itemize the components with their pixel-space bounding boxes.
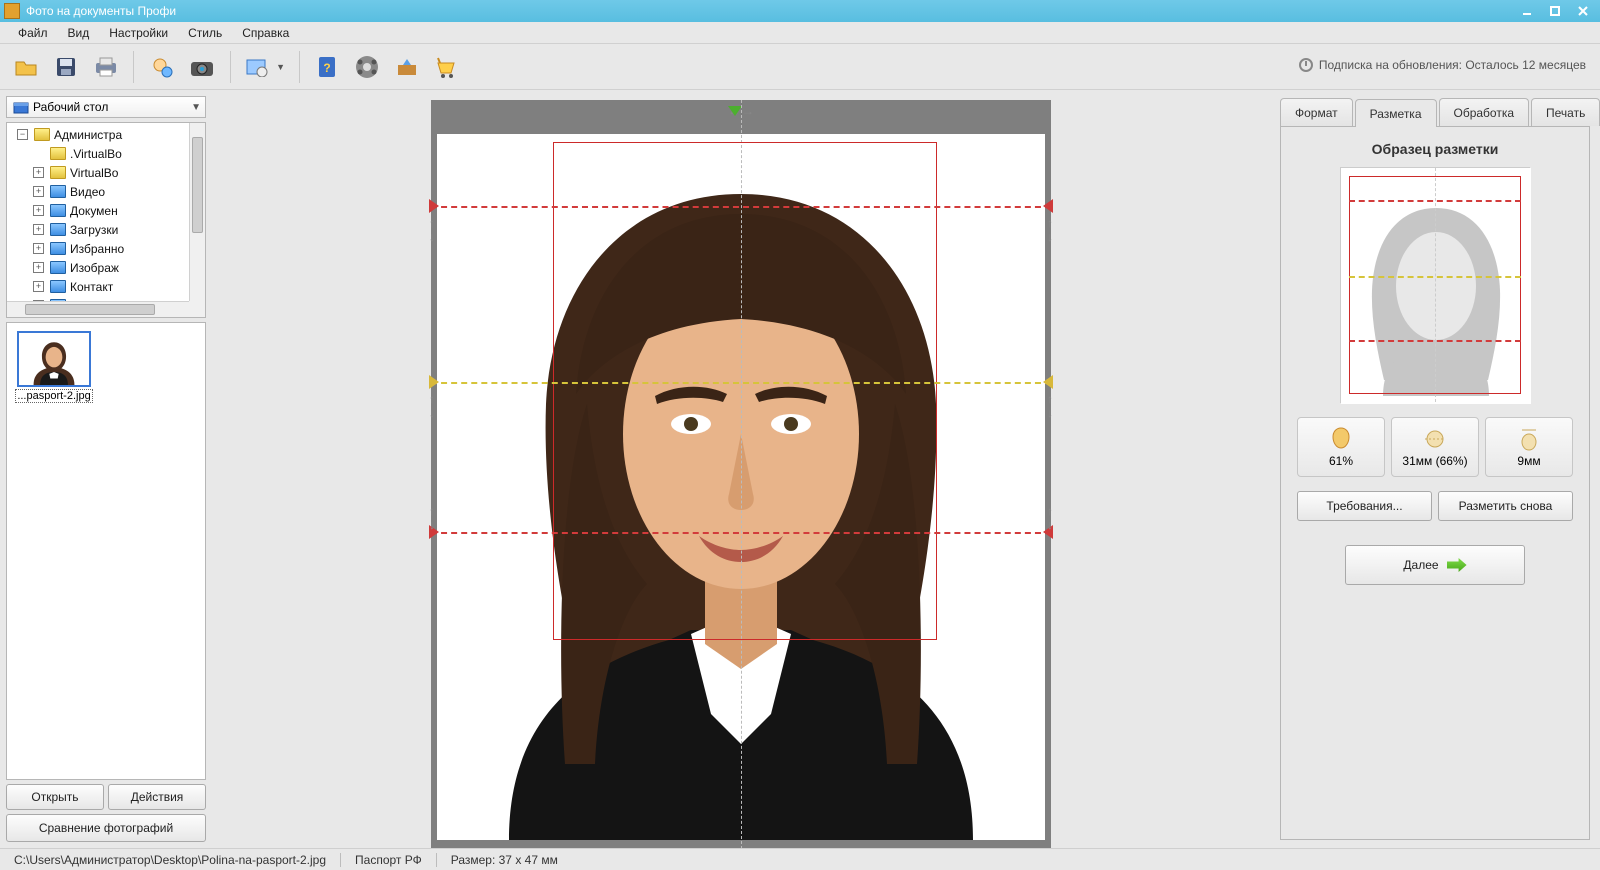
- titlebar: Фото на документы Профи: [0, 0, 1600, 22]
- tree-item[interactable]: +Видео: [9, 182, 203, 201]
- status-preset: Паспорт РФ: [341, 853, 436, 867]
- view-mode-button[interactable]: ▼: [240, 49, 290, 85]
- subscription-status: Подписка на обновления: Осталось 12 меся…: [1299, 58, 1586, 72]
- svg-text:?: ?: [323, 61, 330, 75]
- canvas[interactable]: ←→ ←→: [431, 100, 1051, 848]
- markup-sample: [1340, 167, 1530, 403]
- update-button[interactable]: [389, 49, 425, 85]
- metric-face-ratio: 61%: [1297, 417, 1385, 477]
- status-path: C:\Users\Администратор\Desktop\Polina-na…: [0, 853, 340, 867]
- thumbnail-label: ...pasport-2.jpg: [15, 389, 92, 403]
- tabs: Формат Разметка Обработка Печать: [1280, 98, 1590, 126]
- tab-process[interactable]: Обработка: [1439, 98, 1530, 126]
- sample-title: Образец разметки: [1372, 141, 1499, 157]
- save-button[interactable]: [48, 49, 84, 85]
- metric-eye-position: 31мм (66%): [1391, 417, 1479, 477]
- canvas-area: × ←→ ←→: [212, 90, 1270, 848]
- close-button[interactable]: [1570, 3, 1596, 19]
- tree-item[interactable]: +Избранно: [9, 239, 203, 258]
- right-panel: Формат Разметка Обработка Печать Образец…: [1270, 90, 1600, 848]
- thumbnail-image: [19, 333, 89, 385]
- tree-item[interactable]: +Контакт: [9, 277, 203, 296]
- requirements-button[interactable]: Требования...: [1297, 491, 1432, 521]
- open-folder-button[interactable]: [8, 49, 44, 85]
- open-button[interactable]: Открыть: [6, 784, 104, 810]
- menu-help[interactable]: Справка: [232, 26, 299, 40]
- face-detect-button[interactable]: [143, 49, 179, 85]
- clock-icon: [1299, 58, 1313, 72]
- menu-file[interactable]: Файл: [8, 26, 58, 40]
- tree-item[interactable]: +Изображ: [9, 258, 203, 277]
- menu-view[interactable]: Вид: [58, 26, 100, 40]
- thumbnail-list: ...pasport-2.jpg: [6, 322, 206, 780]
- tree-scrollbar-v[interactable]: [189, 123, 205, 301]
- menubar: Файл Вид Настройки Стиль Справка: [0, 22, 1600, 44]
- status-size: Размер: 37 x 47 мм: [437, 853, 572, 867]
- sidebar: Рабочий стол ▼ −Администра.VirtualBo+Vir…: [0, 90, 212, 848]
- minimize-button[interactable]: [1514, 3, 1540, 19]
- tree-item[interactable]: +VirtualBo: [9, 163, 203, 182]
- camera-button[interactable]: [185, 49, 221, 85]
- tree-item[interactable]: .VirtualBo: [9, 144, 203, 163]
- tree-item[interactable]: −Администра: [9, 125, 203, 144]
- tab-markup[interactable]: Разметка: [1355, 99, 1437, 127]
- shop-button[interactable]: [429, 49, 465, 85]
- menu-settings[interactable]: Настройки: [99, 26, 178, 40]
- app-icon: [4, 3, 20, 19]
- status-bar: C:\Users\Администратор\Desktop\Polina-na…: [0, 848, 1600, 870]
- thumbnail-item[interactable]: ...pasport-2.jpg: [15, 331, 93, 403]
- folder-tree[interactable]: −Администра.VirtualBo+VirtualBo+Видео+До…: [6, 122, 206, 318]
- tab-format[interactable]: Формат: [1280, 98, 1353, 126]
- location-combo[interactable]: Рабочий стол ▼: [6, 96, 206, 118]
- help-button[interactable]: ?: [309, 49, 345, 85]
- arrow-right-icon: [1447, 558, 1467, 572]
- tutorial-button[interactable]: [349, 49, 385, 85]
- menu-style[interactable]: Стиль: [178, 26, 232, 40]
- compare-button[interactable]: Сравнение фотографий: [6, 814, 206, 842]
- app-title: Фото на документы Профи: [26, 4, 176, 18]
- metric-top-margin: 9мм: [1485, 417, 1573, 477]
- actions-button[interactable]: Действия: [108, 784, 206, 810]
- print-button[interactable]: [88, 49, 124, 85]
- tree-item[interactable]: +Докумен: [9, 201, 203, 220]
- tree-scrollbar-h[interactable]: [7, 301, 189, 317]
- location-label: Рабочий стол: [33, 100, 108, 114]
- tree-item[interactable]: +Загрузки: [9, 220, 203, 239]
- next-button[interactable]: Далее: [1345, 545, 1525, 585]
- metrics: 61% 31мм (66%) 9мм: [1297, 417, 1573, 477]
- remark-button[interactable]: Разметить снова: [1438, 491, 1573, 521]
- maximize-button[interactable]: [1542, 3, 1568, 19]
- toolbar: ▼ ? Подписка на обновления: Осталось 12 …: [0, 44, 1600, 90]
- tab-print[interactable]: Печать: [1531, 98, 1600, 126]
